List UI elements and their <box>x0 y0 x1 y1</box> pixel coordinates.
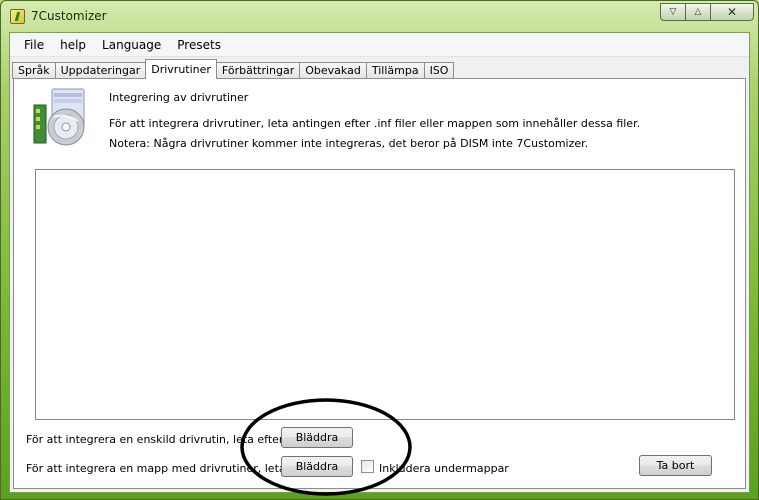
caption-buttons: ▽ △ ✕ <box>660 3 754 21</box>
drivers-tab-panel: Integrering av drivrutiner För att integ… <box>13 78 746 489</box>
app-icon <box>10 9 25 24</box>
tab-forbattringar[interactable]: Förbättringar <box>215 62 301 79</box>
tab-iso[interactable]: ISO <box>423 62 455 79</box>
title-bar[interactable]: 7Customizer ▽ △ ✕ <box>1 1 758 33</box>
driver-list[interactable] <box>35 169 735 420</box>
browse-inf-button[interactable]: Bläddra <box>281 427 353 448</box>
client-area: File help Language Presets Språk Uppdate… <box>9 32 750 493</box>
menu-language[interactable]: Language <box>94 33 169 57</box>
section-heading: Integrering av drivrutiner <box>109 91 249 104</box>
include-subfolders-label[interactable]: Inkludera undermappar <box>379 462 509 475</box>
tab-drivrutiner[interactable]: Drivrutiner <box>145 59 217 79</box>
window-title: 7Customizer <box>31 9 107 23</box>
section-description: För att integrera drivrutiner, leta anti… <box>109 117 641 130</box>
close-button[interactable]: ✕ <box>710 3 754 21</box>
tab-sprak[interactable]: Språk <box>12 62 56 79</box>
maximize-button[interactable]: △ <box>685 3 711 21</box>
include-subfolders-checkbox[interactable] <box>361 460 374 473</box>
minimize-button[interactable]: ▽ <box>660 3 686 21</box>
tab-obevakad[interactable]: Obevakad <box>299 62 367 79</box>
remove-button[interactable]: Ta bort <box>639 455 712 476</box>
menu-help[interactable]: help <box>52 33 94 57</box>
driver-hardware-icon <box>33 88 85 146</box>
menu-presets[interactable]: Presets <box>169 33 229 57</box>
tab-strip: Språk Uppdateringar Drivrutiner Förbättr… <box>12 59 455 79</box>
tab-tillampa[interactable]: Tillämpa <box>365 62 425 79</box>
browse-folder-button[interactable]: Bläddra <box>281 456 353 477</box>
section-note: Notera: Några drivrutiner kommer inte in… <box>109 137 589 150</box>
menu-bar: File help Language Presets <box>10 33 749 57</box>
menu-file[interactable]: File <box>16 33 52 57</box>
app-window: 7Customizer ▽ △ ✕ File help Language Pre… <box>0 0 759 500</box>
tab-uppdateringar[interactable]: Uppdateringar <box>54 62 147 79</box>
